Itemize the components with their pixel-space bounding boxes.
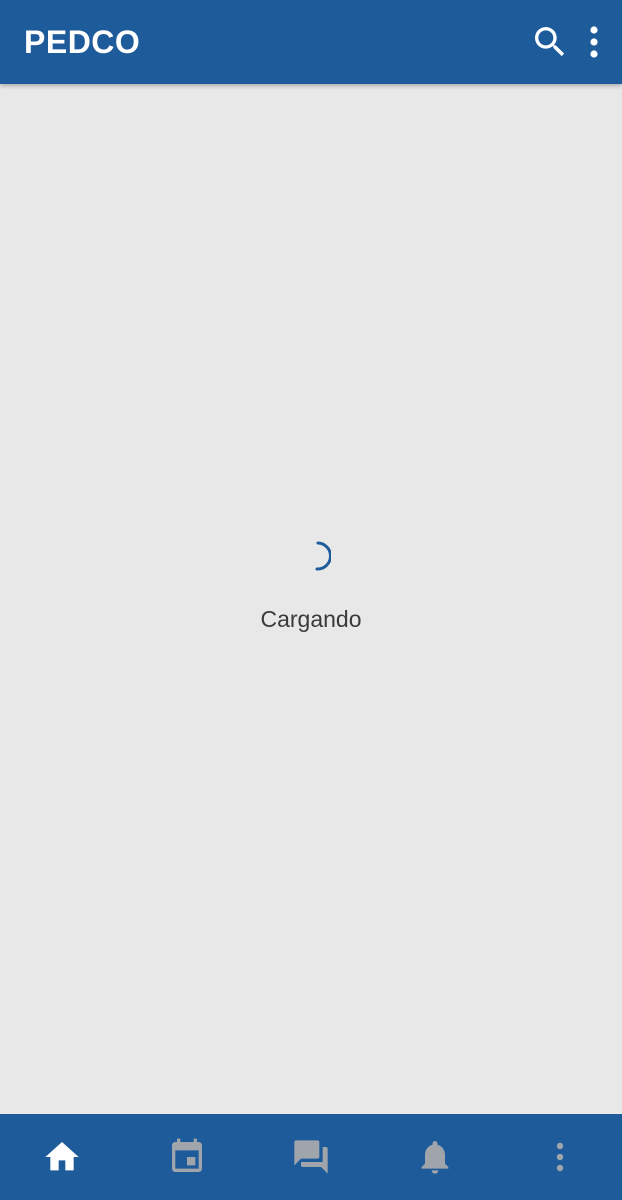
app-title: PEDCO <box>24 23 141 60</box>
nav-item-more[interactable] <box>498 1114 622 1200</box>
search-icon <box>535 27 565 57</box>
overflow-menu-button[interactable] <box>582 18 606 66</box>
top-actions <box>526 0 612 84</box>
chat-icon <box>294 1140 328 1174</box>
bottom-navigation <box>0 1114 622 1200</box>
nav-item-notifications[interactable] <box>373 1114 497 1200</box>
app-screen: PEDCO Cargando <box>0 0 622 1200</box>
loading-spinner <box>315 541 331 571</box>
calendar-icon <box>171 1138 202 1172</box>
top-app-bar: PEDCO <box>0 0 622 84</box>
more-vert-icon <box>556 1142 564 1172</box>
more-vert-icon <box>590 26 598 58</box>
main-content: Cargando <box>0 84 622 1114</box>
loading-text: Cargando <box>260 606 362 632</box>
bell-icon <box>422 1141 449 1174</box>
home-icon <box>45 1142 79 1171</box>
nav-item-messages[interactable] <box>249 1114 373 1200</box>
nav-item-home[interactable] <box>0 1114 124 1200</box>
nav-item-calendar[interactable] <box>124 1114 248 1200</box>
search-button[interactable] <box>526 18 574 66</box>
